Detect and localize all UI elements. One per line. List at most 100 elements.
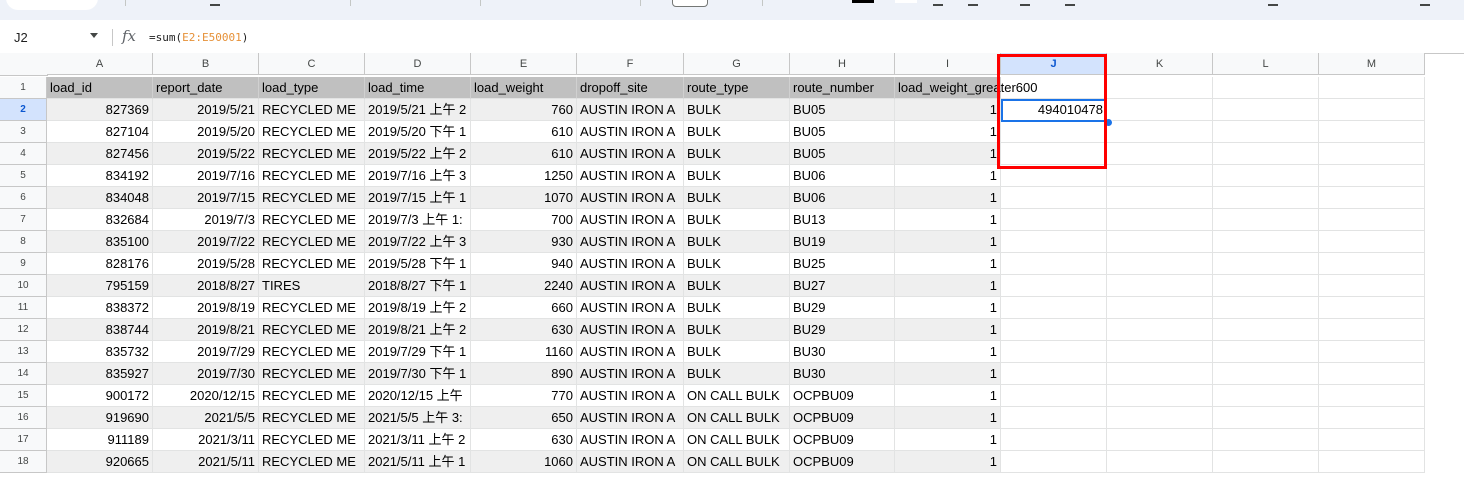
header-cell[interactable] bbox=[1319, 77, 1425, 99]
cell-i[interactable]: 1 bbox=[895, 275, 1001, 297]
cell-h[interactable]: BU13 bbox=[790, 209, 895, 231]
cell-c[interactable]: RECYCLED ME bbox=[259, 363, 365, 385]
cell-l[interactable] bbox=[1213, 231, 1319, 253]
cell-h[interactable]: OCPBU09 bbox=[790, 451, 895, 473]
cell-a[interactable]: 827369 bbox=[47, 99, 153, 121]
cell-d[interactable]: 2019/7/22 上午 3 bbox=[365, 231, 471, 253]
cell-f[interactable]: AUSTIN IRON A bbox=[577, 319, 684, 341]
text-color-icon[interactable] bbox=[852, 0, 874, 3]
cell-l[interactable] bbox=[1213, 165, 1319, 187]
header-cell[interactable] bbox=[1001, 77, 1107, 99]
cell-e[interactable]: 650 bbox=[471, 407, 577, 429]
cell-b[interactable]: 2021/5/11 bbox=[153, 451, 259, 473]
toolbar-icon[interactable] bbox=[210, 0, 220, 6]
cell-c[interactable]: RECYCLED ME bbox=[259, 99, 365, 121]
cell-l[interactable] bbox=[1213, 275, 1319, 297]
cell-f[interactable]: AUSTIN IRON A bbox=[577, 275, 684, 297]
cell-j[interactable] bbox=[1001, 297, 1107, 319]
cell-l[interactable] bbox=[1213, 297, 1319, 319]
cell-f[interactable]: AUSTIN IRON A bbox=[577, 253, 684, 275]
cell-b[interactable]: 2019/7/15 bbox=[153, 187, 259, 209]
cell-g[interactable]: BULK bbox=[684, 99, 790, 121]
cell-b[interactable]: 2021/5/5 bbox=[153, 407, 259, 429]
cell-i[interactable]: 1 bbox=[895, 121, 1001, 143]
cell-a[interactable]: 834192 bbox=[47, 165, 153, 187]
cell-k[interactable] bbox=[1107, 385, 1213, 407]
column-header-b[interactable]: B bbox=[153, 53, 259, 75]
formula-input[interactable]: =sum(E2:E50001) bbox=[149, 31, 248, 44]
cell-m[interactable] bbox=[1319, 451, 1425, 473]
column-header-g[interactable]: G bbox=[684, 53, 790, 75]
cell-a[interactable]: 835927 bbox=[47, 363, 153, 385]
cell-f[interactable]: AUSTIN IRON A bbox=[577, 297, 684, 319]
cell-m[interactable] bbox=[1319, 363, 1425, 385]
cell-e[interactable]: 1070 bbox=[471, 187, 577, 209]
cell-a[interactable]: 920665 bbox=[47, 451, 153, 473]
cell-i[interactable]: 1 bbox=[895, 363, 1001, 385]
row-header[interactable]: 18 bbox=[0, 451, 47, 473]
row-header[interactable]: 5 bbox=[0, 165, 47, 187]
cell-b[interactable]: 2019/5/21 bbox=[153, 99, 259, 121]
cell-h[interactable]: BU19 bbox=[790, 231, 895, 253]
cell-a[interactable]: 827456 bbox=[47, 143, 153, 165]
cell-c[interactable]: RECYCLED ME bbox=[259, 341, 365, 363]
cell-j[interactable] bbox=[1001, 121, 1107, 143]
cell-l[interactable] bbox=[1213, 341, 1319, 363]
header-cell[interactable] bbox=[1107, 77, 1213, 99]
cell-g[interactable]: ON CALL BULK bbox=[684, 407, 790, 429]
cell-c[interactable]: RECYCLED ME bbox=[259, 451, 365, 473]
row-header[interactable]: 7 bbox=[0, 209, 47, 231]
cell-h[interactable]: BU30 bbox=[790, 363, 895, 385]
cell-d[interactable]: 2021/5/11 上午 1 bbox=[365, 451, 471, 473]
cell-j[interactable] bbox=[1001, 451, 1107, 473]
cell-m[interactable] bbox=[1319, 231, 1425, 253]
cell-e[interactable]: 1160 bbox=[471, 341, 577, 363]
cell-g[interactable]: BULK bbox=[684, 275, 790, 297]
cell-e[interactable]: 760 bbox=[471, 99, 577, 121]
cell-k[interactable] bbox=[1107, 253, 1213, 275]
cell-a[interactable]: 832684 bbox=[47, 209, 153, 231]
cell-i[interactable]: 1 bbox=[895, 231, 1001, 253]
cell-g[interactable]: BULK bbox=[684, 253, 790, 275]
cell-j[interactable] bbox=[1001, 165, 1107, 187]
cell-l[interactable] bbox=[1213, 209, 1319, 231]
cell-f[interactable]: AUSTIN IRON A bbox=[577, 99, 684, 121]
cell-a[interactable]: 828176 bbox=[47, 253, 153, 275]
cell-k[interactable] bbox=[1107, 407, 1213, 429]
column-header-d[interactable]: D bbox=[365, 53, 471, 75]
cell-a[interactable]: 838744 bbox=[47, 319, 153, 341]
cell-i[interactable]: 1 bbox=[895, 297, 1001, 319]
cell-l[interactable] bbox=[1213, 253, 1319, 275]
column-header-m[interactable]: M bbox=[1319, 53, 1425, 75]
cell-h[interactable]: BU29 bbox=[790, 297, 895, 319]
cell-d[interactable]: 2019/7/3 上午 1: bbox=[365, 209, 471, 231]
cell-e[interactable]: 1250 bbox=[471, 165, 577, 187]
cell-g[interactable]: BULK bbox=[684, 143, 790, 165]
cell-f[interactable]: AUSTIN IRON A bbox=[577, 451, 684, 473]
cell-m[interactable] bbox=[1319, 121, 1425, 143]
cell-k[interactable] bbox=[1107, 99, 1213, 121]
cell-f[interactable]: AUSTIN IRON A bbox=[577, 143, 684, 165]
cell-h[interactable]: BU29 bbox=[790, 319, 895, 341]
cell-l[interactable] bbox=[1213, 319, 1319, 341]
cell-j[interactable] bbox=[1001, 363, 1107, 385]
header-cell[interactable]: route_number bbox=[790, 77, 895, 99]
row-header[interactable]: 12 bbox=[0, 319, 47, 341]
cell-j[interactable] bbox=[1001, 187, 1107, 209]
fill-color-icon[interactable] bbox=[895, 0, 917, 3]
cell-d[interactable]: 2019/8/19 上午 2 bbox=[365, 297, 471, 319]
cell-j[interactable] bbox=[1001, 231, 1107, 253]
cell-j[interactable]: 494010478 bbox=[1001, 99, 1107, 121]
cell-k[interactable] bbox=[1107, 451, 1213, 473]
cell-d[interactable]: 2021/5/5 上午 3: bbox=[365, 407, 471, 429]
cell-e[interactable]: 940 bbox=[471, 253, 577, 275]
cell-g[interactable]: BULK bbox=[684, 363, 790, 385]
cell-a[interactable]: 835732 bbox=[47, 341, 153, 363]
cell-e[interactable]: 1060 bbox=[471, 451, 577, 473]
cell-i[interactable]: 1 bbox=[895, 253, 1001, 275]
cell-i[interactable]: 1 bbox=[895, 319, 1001, 341]
cell-g[interactable]: BULK bbox=[684, 231, 790, 253]
cell-f[interactable]: AUSTIN IRON A bbox=[577, 209, 684, 231]
cell-k[interactable] bbox=[1107, 121, 1213, 143]
cell-f[interactable]: AUSTIN IRON A bbox=[577, 165, 684, 187]
